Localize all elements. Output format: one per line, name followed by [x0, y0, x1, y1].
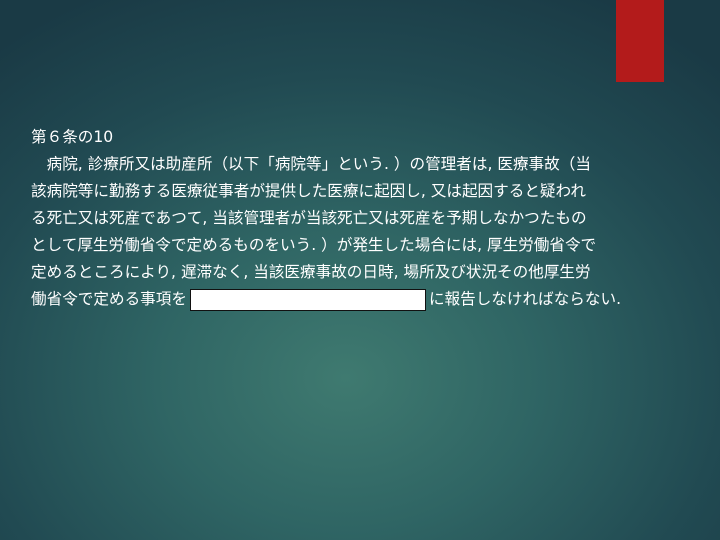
last-line-before-blank: 働省令で定める事項を — [31, 290, 187, 308]
article-line: る死亡又は死産であつて, 当該管理者が当該死亡又は死産を予期しなかつたもの — [31, 209, 587, 227]
article-text: 第６条の10 病院, 診療所又は助産所（以下「病院等」という. ）の管理者は, … — [31, 124, 701, 313]
article-line: 病院, 診療所又は助産所（以下「病院等」という. ）の管理者は, 医療事故（当 — [31, 155, 591, 173]
article-line: 該病院等に勤務する医療従事者が提供した医療に起因し, 又は起因すると疑われ — [31, 182, 586, 200]
article-heading: 第６条の10 — [31, 128, 114, 146]
article-line: 定めるところにより, 遅滞なく, 当該医療事故の日時, 場所及び状況その他厚生労 — [31, 263, 591, 281]
article-line: として厚生労働省令で定めるものをいう. ）が発生した場合には, 厚生労働省令で — [31, 236, 597, 254]
article-last-line: 働省令で定める事項を に報告しなければならない. — [31, 286, 701, 313]
last-line-after-blank: に報告しなければならない. — [428, 290, 622, 308]
answer-blank — [189, 288, 426, 311]
accent-bar — [616, 0, 664, 82]
